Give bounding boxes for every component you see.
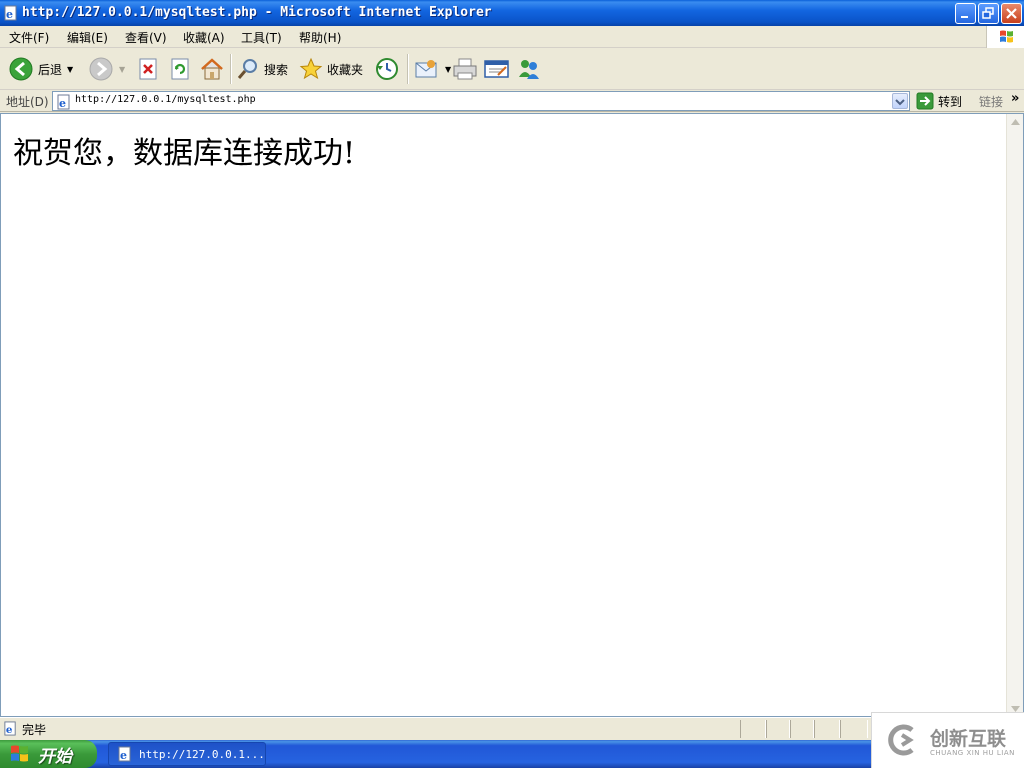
menu-file[interactable]: 文件(F) xyxy=(9,29,49,46)
address-bar: 地址(D) e http://127.0.0.1/mysqltest.php 转… xyxy=(0,90,1024,112)
minimize-button[interactable] xyxy=(955,3,976,24)
toolbar-separator xyxy=(407,54,409,84)
back-button[interactable]: 后退 ▼ xyxy=(8,55,73,83)
refresh-icon xyxy=(171,58,189,80)
forward-button[interactable]: ▼ xyxy=(88,55,125,83)
watermark-brand: 创新互联 xyxy=(930,728,1007,750)
address-label: 地址(D) xyxy=(6,95,49,109)
windows-flag-icon xyxy=(986,26,1024,48)
title-bar[interactable]: e http://127.0.0.1/mysqltest.php - Micro… xyxy=(0,0,1024,26)
search-button[interactable]: 搜索 xyxy=(236,55,288,83)
svg-text:e: e xyxy=(6,724,13,736)
forward-arrow-icon xyxy=(89,57,113,81)
status-pane xyxy=(766,720,790,738)
taskbar-ie-label: http://127.0.0.1... xyxy=(139,747,265,761)
menu-tools[interactable]: 工具(T) xyxy=(241,29,282,46)
chevron-down-icon xyxy=(1011,705,1020,712)
menu-bar: 文件(F) 编辑(E) 查看(V) 收藏(A) 工具(T) 帮助(H) xyxy=(0,26,1024,48)
brand-logo-icon xyxy=(888,724,914,756)
close-button[interactable] xyxy=(1001,3,1022,24)
go-arrow-icon xyxy=(916,92,934,110)
ie-page-icon: e xyxy=(118,746,131,762)
home-icon xyxy=(201,58,223,80)
print-button[interactable] xyxy=(452,55,478,83)
mail-icon xyxy=(415,60,437,78)
page-content: 祝贺您，数据库连接成功! xyxy=(0,113,1024,717)
svg-text:e: e xyxy=(120,749,127,762)
svg-text:e: e xyxy=(6,8,13,21)
done-page-icon: e xyxy=(3,721,18,740)
back-dropdown-icon[interactable]: ▼ xyxy=(67,65,73,74)
address-dropdown-button[interactable] xyxy=(892,93,908,109)
messenger-button[interactable] xyxy=(516,55,542,83)
toolbar-separator xyxy=(230,54,232,84)
windows-flag-icon xyxy=(11,745,28,762)
taskbar-ie-button[interactable]: e http://127.0.0.1... xyxy=(108,742,266,766)
go-label: 转到 xyxy=(938,94,963,109)
chevron-down-icon xyxy=(895,99,905,106)
stop-icon xyxy=(139,58,157,80)
edit-button[interactable] xyxy=(484,55,510,83)
ie-page-icon: e xyxy=(3,5,19,21)
chevron-up-icon xyxy=(1011,118,1020,125)
favorites-label: 收藏夹 xyxy=(327,62,364,77)
menu-help[interactable]: 帮助(H) xyxy=(299,29,341,46)
menu-view[interactable]: 查看(V) xyxy=(125,29,167,46)
scroll-up-arrow[interactable] xyxy=(1008,114,1023,129)
stop-button[interactable] xyxy=(137,55,159,83)
back-arrow-icon xyxy=(9,57,33,81)
status-pane xyxy=(814,720,840,738)
back-label: 后退 xyxy=(38,62,63,77)
chevron-right-icon[interactable]: » xyxy=(1011,91,1019,106)
restore-icon xyxy=(982,7,994,19)
restore-button[interactable] xyxy=(978,3,999,24)
start-button[interactable]: 开始 xyxy=(0,740,97,768)
mail-dropdown-icon[interactable]: ▼ xyxy=(445,65,451,74)
window-title: http://127.0.0.1/mysqltest.php - Microso… xyxy=(22,5,492,20)
start-label: 开始 xyxy=(38,746,72,767)
search-icon xyxy=(237,59,257,79)
links-button[interactable]: 链接 xyxy=(979,93,1003,110)
standard-toolbar: 后退 ▼ ▼ 搜索 收藏夹 ▼ xyxy=(0,48,1024,90)
go-button[interactable]: 转到 xyxy=(916,91,962,111)
favorites-star-icon xyxy=(299,57,323,80)
address-input[interactable]: http://127.0.0.1/mysqltest.php xyxy=(75,94,256,105)
mail-button[interactable]: ▼ xyxy=(414,55,451,83)
history-icon xyxy=(376,58,398,80)
print-icon xyxy=(453,58,477,80)
close-icon xyxy=(1006,8,1017,19)
status-pane xyxy=(840,720,868,738)
vertical-scrollbar[interactable] xyxy=(1006,114,1023,716)
watermark-overlay: 创新互联 CHUANG XIN HU LIAN xyxy=(871,712,1024,768)
menu-edit[interactable]: 编辑(E) xyxy=(67,29,108,46)
refresh-button[interactable] xyxy=(169,55,191,83)
ie-window: e http://127.0.0.1/mysqltest.php - Micro… xyxy=(0,0,1024,740)
address-field[interactable]: e http://127.0.0.1/mysqltest.php xyxy=(52,91,910,111)
connection-success-message: 祝贺您，数据库连接成功! xyxy=(13,136,356,171)
favorites-button[interactable]: 收藏夹 xyxy=(299,55,363,83)
home-button[interactable] xyxy=(199,55,225,83)
status-pane xyxy=(740,720,766,738)
svg-text:e: e xyxy=(59,97,66,110)
status-pane xyxy=(790,720,814,738)
forward-dropdown-icon: ▼ xyxy=(119,64,126,74)
menu-favorites[interactable]: 收藏(A) xyxy=(183,29,225,46)
page-icon: e xyxy=(56,94,72,114)
history-button[interactable] xyxy=(374,55,400,83)
minimize-icon xyxy=(961,16,968,18)
watermark-subtitle: CHUANG XIN HU LIAN xyxy=(930,749,1015,757)
search-label: 搜索 xyxy=(264,62,289,77)
edit-page-icon xyxy=(484,60,509,78)
status-text: 完毕 xyxy=(22,723,47,737)
messenger-icon xyxy=(519,60,539,79)
